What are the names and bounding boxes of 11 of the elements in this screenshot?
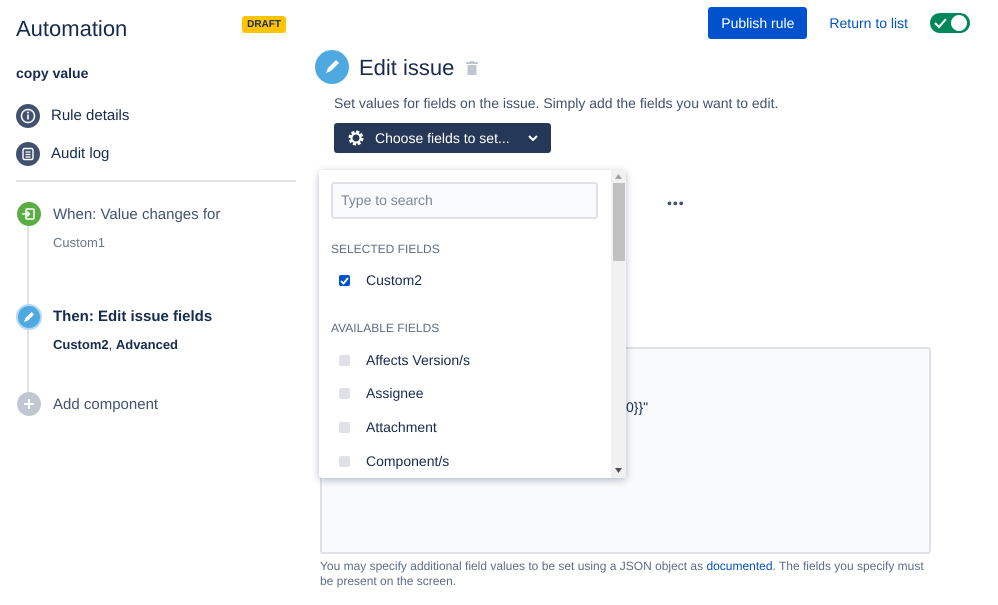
help-text: You may specify additional field values to be set using a JSON object as documented. The fields you specify must be present on the screen. (320, 559, 925, 589)
page-title: Automation (16, 15, 128, 43)
section-heading: SELECTED FIELDS (331, 240, 441, 258)
step-detail: Custom2, Advanced (53, 336, 179, 354)
edit-issue-title: Edit issue (359, 54, 454, 82)
description-text: Set values for fields on the issue. Simply add the fields you want to edit. (334, 94, 780, 113)
draft-badge: DRAFT (242, 16, 286, 33)
rule-name: copy value (16, 64, 90, 83)
json-text: 0}}" (626, 399, 648, 415)
section-heading: AVAILABLE FIELDS (331, 320, 440, 338)
step-detail: Custom1 (53, 234, 106, 252)
